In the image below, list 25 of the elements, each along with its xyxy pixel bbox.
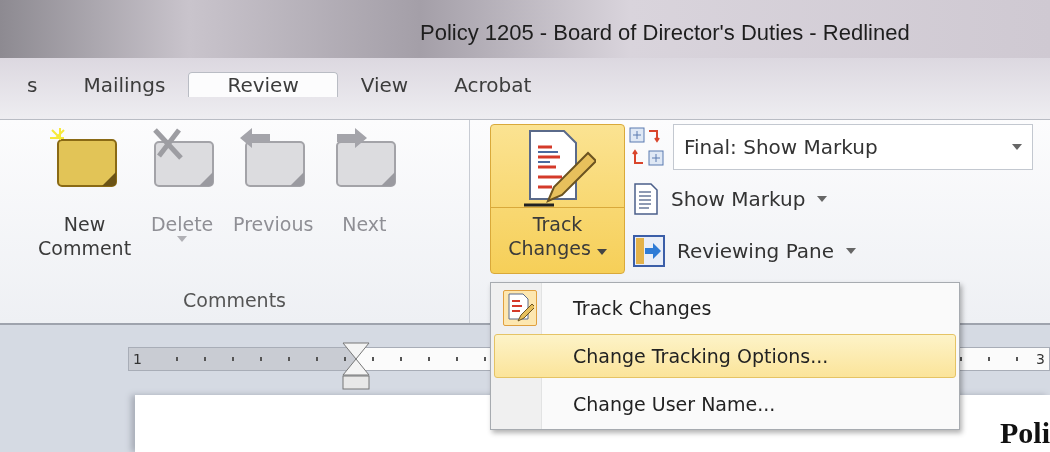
menu-item[interactable]: Track Changes bbox=[494, 286, 956, 330]
menu-item[interactable]: Change Tracking Options... bbox=[494, 334, 956, 378]
indent-marker-icon[interactable] bbox=[341, 342, 371, 390]
menu-item[interactable]: Change User Name... bbox=[494, 382, 956, 426]
new-comment-button[interactable]: New Comment bbox=[34, 128, 136, 289]
ruler-number: 1 bbox=[132, 351, 143, 367]
group-label: Comments bbox=[182, 289, 287, 313]
show-markup-button[interactable]: Show Markup bbox=[629, 176, 1033, 222]
ribbon-tab[interactable]: Review bbox=[188, 72, 338, 97]
document-heading: Poli bbox=[1000, 416, 1050, 451]
ribbon-tab[interactable]: Acrobat bbox=[431, 72, 555, 97]
compare-arrows-icon bbox=[629, 127, 665, 167]
ribbon-tab[interactable]: s bbox=[4, 72, 61, 97]
track-changes-button[interactable]: Track Changes bbox=[490, 124, 625, 274]
ruler-number: 3 bbox=[1035, 351, 1046, 367]
window-title: Policy 1205 - Board of Director's Duties - Redlined bbox=[419, 19, 911, 46]
ribbon-tab[interactable]: View bbox=[337, 72, 432, 97]
dropdown-caret-icon bbox=[596, 249, 607, 255]
dropdown-caret-icon bbox=[1012, 144, 1022, 150]
dropdown-caret-icon bbox=[817, 196, 828, 202]
document-lines-icon bbox=[633, 183, 659, 215]
reviewing-pane-button[interactable]: Reviewing Pane bbox=[629, 228, 1033, 274]
display-for-review-dropdown[interactable]: Final: Show Markup bbox=[673, 124, 1033, 170]
ribbon-tab[interactable]: Mailings bbox=[60, 72, 189, 97]
dropdown-caret-icon bbox=[846, 248, 857, 254]
